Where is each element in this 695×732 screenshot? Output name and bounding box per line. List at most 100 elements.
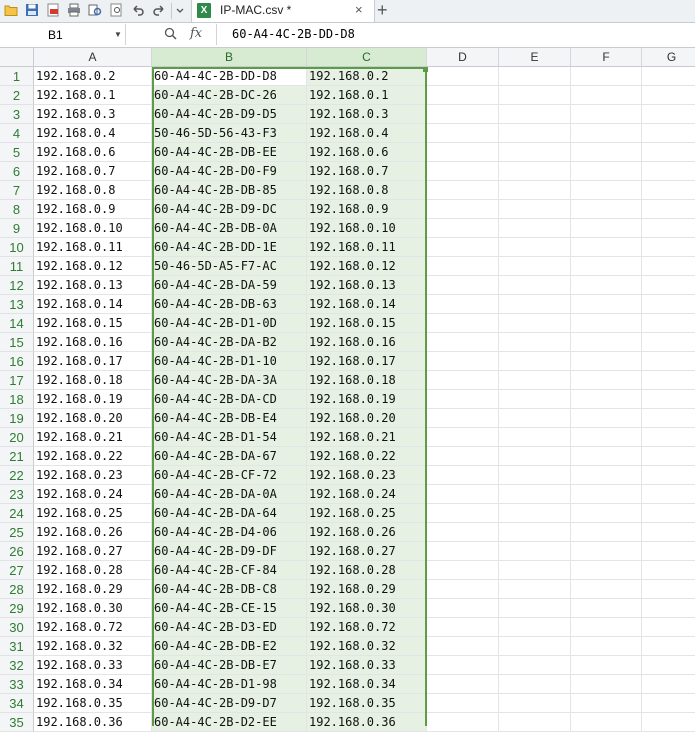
cell-a19[interactable]: 192.168.0.20	[34, 409, 152, 428]
cell-b9[interactable]: 60-A4-4C-2B-DB-0A	[152, 219, 307, 238]
cell-e18[interactable]	[499, 390, 571, 409]
cell-c32[interactable]: 192.168.0.33	[307, 656, 427, 675]
cell-c27[interactable]: 192.168.0.28	[307, 561, 427, 580]
cell-g2[interactable]	[642, 86, 695, 105]
cell-g22[interactable]	[642, 466, 695, 485]
cell-b35[interactable]: 60-A4-4C-2B-D2-EE	[152, 713, 307, 732]
row-header[interactable]: 31	[0, 637, 34, 656]
cell-g8[interactable]	[642, 200, 695, 219]
cell-f34[interactable]	[571, 694, 642, 713]
cell-f26[interactable]	[571, 542, 642, 561]
print-preview-icon[interactable]	[88, 3, 102, 17]
cell-f5[interactable]	[571, 143, 642, 162]
cell-a12[interactable]: 192.168.0.13	[34, 276, 152, 295]
cell-b22[interactable]: 60-A4-4C-2B-CF-72	[152, 466, 307, 485]
cell-f18[interactable]	[571, 390, 642, 409]
cell-c31[interactable]: 192.168.0.32	[307, 637, 427, 656]
column-header-b[interactable]: B	[152, 48, 307, 67]
cell-c12[interactable]: 192.168.0.13	[307, 276, 427, 295]
cell-g1[interactable]	[642, 67, 695, 86]
cell-c26[interactable]: 192.168.0.27	[307, 542, 427, 561]
cell-a23[interactable]: 192.168.0.24	[34, 485, 152, 504]
cell-c20[interactable]: 192.168.0.21	[307, 428, 427, 447]
cell-d29[interactable]	[427, 599, 499, 618]
cell-a25[interactable]: 192.168.0.26	[34, 523, 152, 542]
cell-f29[interactable]	[571, 599, 642, 618]
cell-b25[interactable]: 60-A4-4C-2B-D4-06	[152, 523, 307, 542]
cell-g34[interactable]	[642, 694, 695, 713]
file-tab[interactable]: X IP-MAC.csv * ×	[191, 0, 375, 22]
cell-f15[interactable]	[571, 333, 642, 352]
cell-c23[interactable]: 192.168.0.24	[307, 485, 427, 504]
cell-g21[interactable]	[642, 447, 695, 466]
cell-g26[interactable]	[642, 542, 695, 561]
zoom-formula-icon[interactable]	[164, 27, 177, 40]
cell-f35[interactable]	[571, 713, 642, 732]
cell-g33[interactable]	[642, 675, 695, 694]
row-header[interactable]: 20	[0, 428, 34, 447]
cell-e12[interactable]	[499, 276, 571, 295]
cell-e14[interactable]	[499, 314, 571, 333]
cell-a13[interactable]: 192.168.0.14	[34, 295, 152, 314]
cell-g7[interactable]	[642, 181, 695, 200]
column-header-a[interactable]: A	[34, 48, 152, 67]
row-header[interactable]: 35	[0, 713, 34, 732]
row-header[interactable]: 4	[0, 124, 34, 143]
cell-g35[interactable]	[642, 713, 695, 732]
cell-e15[interactable]	[499, 333, 571, 352]
cell-b27[interactable]: 60-A4-4C-2B-CF-84	[152, 561, 307, 580]
cell-g13[interactable]	[642, 295, 695, 314]
cell-c9[interactable]: 192.168.0.10	[307, 219, 427, 238]
row-header[interactable]: 7	[0, 181, 34, 200]
row-header[interactable]: 24	[0, 504, 34, 523]
row-header[interactable]: 15	[0, 333, 34, 352]
cell-e33[interactable]	[499, 675, 571, 694]
cell-b33[interactable]: 60-A4-4C-2B-D1-98	[152, 675, 307, 694]
cell-d35[interactable]	[427, 713, 499, 732]
cell-b6[interactable]: 60-A4-4C-2B-D0-F9	[152, 162, 307, 181]
cell-e24[interactable]	[499, 504, 571, 523]
cell-g18[interactable]	[642, 390, 695, 409]
cell-a14[interactable]: 192.168.0.15	[34, 314, 152, 333]
cell-c24[interactable]: 192.168.0.25	[307, 504, 427, 523]
cell-f3[interactable]	[571, 105, 642, 124]
cell-f31[interactable]	[571, 637, 642, 656]
cell-d15[interactable]	[427, 333, 499, 352]
cell-g11[interactable]	[642, 257, 695, 276]
row-header[interactable]: 23	[0, 485, 34, 504]
cell-a31[interactable]: 192.168.0.32	[34, 637, 152, 656]
cell-c15[interactable]: 192.168.0.16	[307, 333, 427, 352]
export-pdf-icon[interactable]	[46, 3, 60, 17]
cell-e31[interactable]	[499, 637, 571, 656]
cell-f24[interactable]	[571, 504, 642, 523]
cell-b21[interactable]: 60-A4-4C-2B-DA-67	[152, 447, 307, 466]
row-header[interactable]: 34	[0, 694, 34, 713]
cell-c21[interactable]: 192.168.0.22	[307, 447, 427, 466]
cell-d27[interactable]	[427, 561, 499, 580]
row-header[interactable]: 18	[0, 390, 34, 409]
row-header[interactable]: 5	[0, 143, 34, 162]
cell-b11[interactable]: 50-46-5D-A5-F7-AC	[152, 257, 307, 276]
cell-c18[interactable]: 192.168.0.19	[307, 390, 427, 409]
cell-g14[interactable]	[642, 314, 695, 333]
cell-c6[interactable]: 192.168.0.7	[307, 162, 427, 181]
cell-a5[interactable]: 192.168.0.6	[34, 143, 152, 162]
row-header[interactable]: 29	[0, 599, 34, 618]
cell-a32[interactable]: 192.168.0.33	[34, 656, 152, 675]
row-header[interactable]: 30	[0, 618, 34, 637]
cell-c19[interactable]: 192.168.0.20	[307, 409, 427, 428]
cell-c35[interactable]: 192.168.0.36	[307, 713, 427, 732]
cell-d11[interactable]	[427, 257, 499, 276]
cell-c1[interactable]: 192.168.0.2	[307, 67, 427, 86]
cell-a9[interactable]: 192.168.0.10	[34, 219, 152, 238]
cell-b15[interactable]: 60-A4-4C-2B-DA-B2	[152, 333, 307, 352]
cell-g6[interactable]	[642, 162, 695, 181]
cell-d6[interactable]	[427, 162, 499, 181]
cell-b34[interactable]: 60-A4-4C-2B-D9-D7	[152, 694, 307, 713]
cell-c11[interactable]: 192.168.0.12	[307, 257, 427, 276]
column-header-c[interactable]: C	[307, 48, 427, 67]
cell-a10[interactable]: 192.168.0.11	[34, 238, 152, 257]
cell-a30[interactable]: 192.168.0.72	[34, 618, 152, 637]
cell-b12[interactable]: 60-A4-4C-2B-DA-59	[152, 276, 307, 295]
row-header[interactable]: 1	[0, 67, 34, 86]
